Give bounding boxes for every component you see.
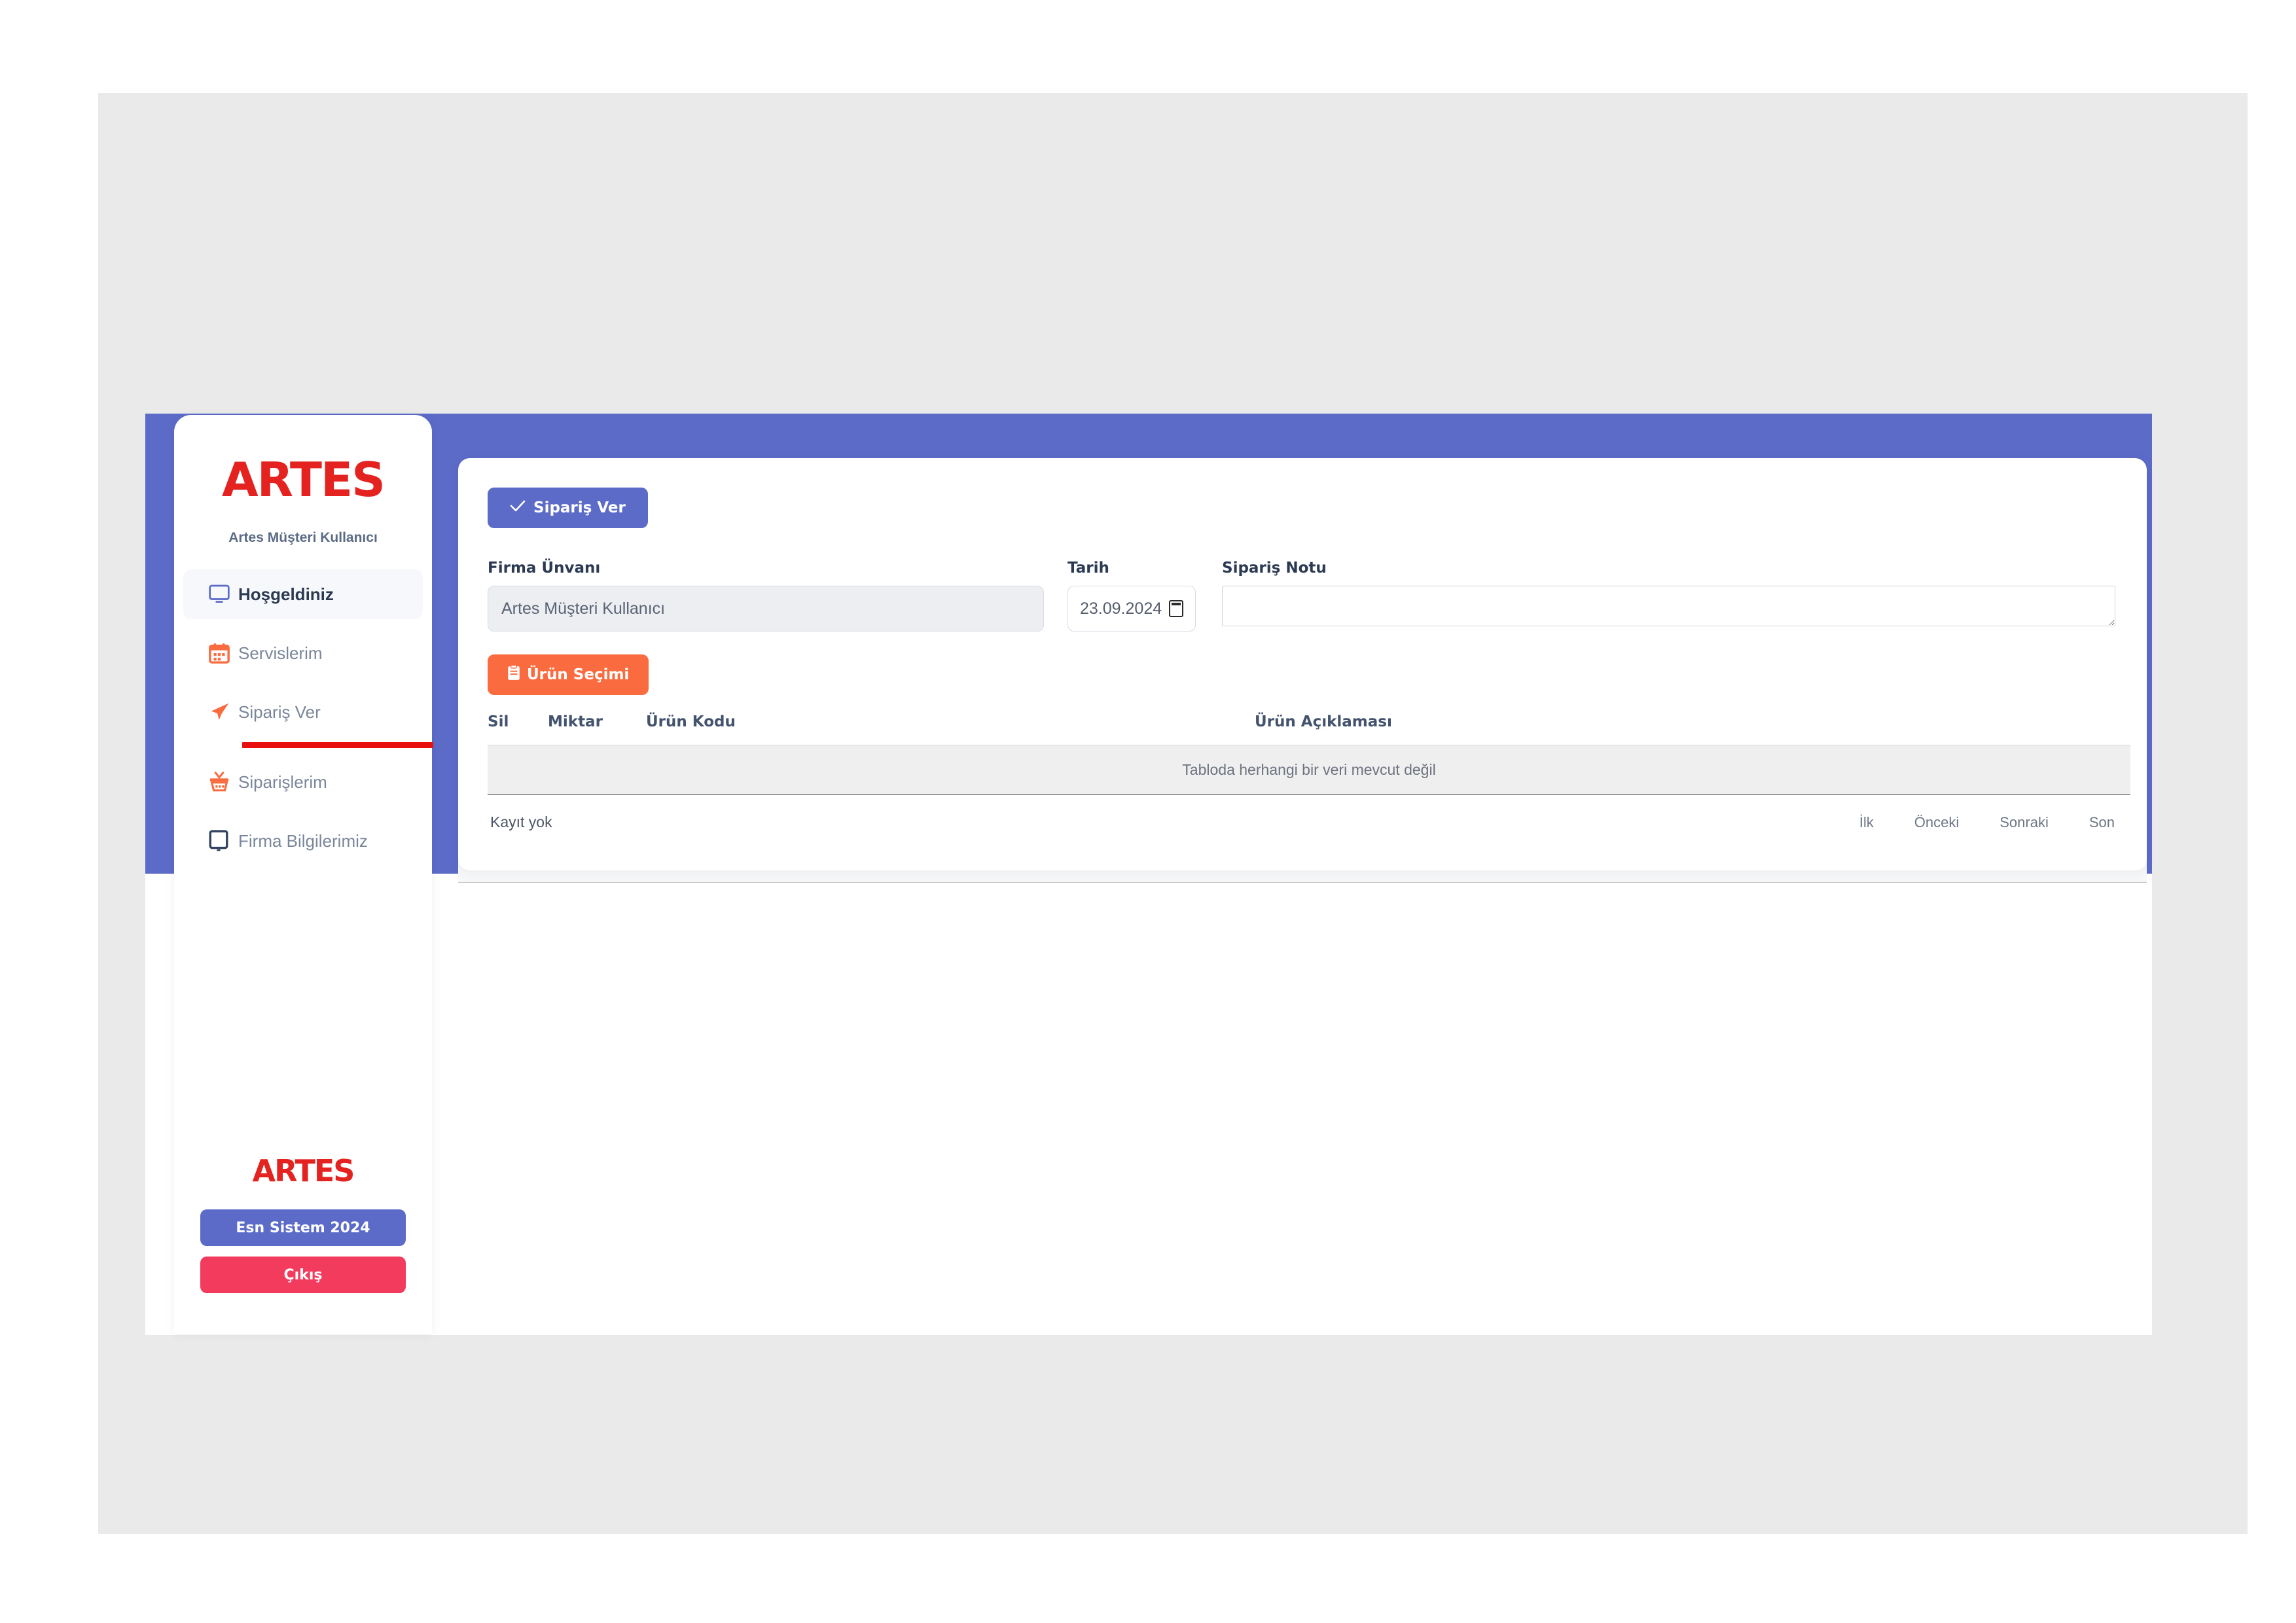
pagination-links: İlk Önceki Sonraki Son	[1859, 814, 2128, 831]
table-empty-row: Tabloda herhangi bir veri mevcut değil	[488, 745, 2130, 795]
field-firma-label: Firma Ünvanı	[488, 560, 601, 577]
calendar-picker-icon[interactable]	[1169, 600, 1183, 617]
sidebar-nav: Hoşgeldiniz Servislerim Sipariş Ver Sipa…	[174, 569, 433, 866]
products-table-body: Tabloda herhangi bir veri mevcut değil	[488, 745, 2130, 795]
system-version-button[interactable]: Esn Sistem 2024	[200, 1209, 406, 1246]
col-header-sil: Sil	[488, 713, 509, 730]
monitor-icon	[208, 584, 238, 604]
clipboard-icon	[507, 664, 520, 685]
pagination-bar: Kayıt yok İlk Önceki Sonraki Son	[488, 813, 2130, 831]
pagination-previous[interactable]: Önceki	[1914, 814, 1959, 831]
tarih-input-value: 23.09.2024	[1080, 599, 1162, 618]
calendar-icon	[208, 642, 238, 664]
product-select-label: Ürün Seçimi	[527, 666, 630, 683]
submit-order-label: Sipariş Ver	[533, 499, 626, 516]
order-form-card: Sipariş Ver Firma Ünvanı Tarih 23.09.202…	[458, 458, 2147, 870]
field-siparis-notu: Sipariş Notu	[1222, 560, 2134, 630]
active-section-underline	[242, 742, 433, 748]
sidebar-logo: ARTES	[221, 452, 386, 507]
siparis-notu-textarea[interactable]	[1222, 586, 2115, 626]
sidebar-item-label: Firma Bilgilerimiz	[238, 830, 368, 851]
sidebar-username: Artes Müşteri Kullanıcı	[228, 530, 378, 545]
field-tarih-label: Tarih	[1067, 560, 1109, 577]
pagination-last[interactable]: Son	[2089, 814, 2115, 831]
field-siparis-notu-label: Sipariş Notu	[1222, 560, 1327, 577]
sidebar-item-label: Siparişlerim	[238, 772, 327, 792]
sidebar-item-siparislerim[interactable]: Siparişlerim	[183, 757, 423, 807]
sidebar-item-firma-bilgilerimiz[interactable]: Firma Bilgilerimiz	[183, 816, 423, 866]
col-header-urun-aciklamasi: Ürün Açıklaması	[1255, 713, 1392, 730]
products-table-wrap: Sil Miktar Ürün Kodu Ürün Açıklaması Tab…	[488, 713, 2130, 831]
products-table-head: Sil Miktar Ürün Kodu Ürün Açıklaması	[488, 713, 2130, 745]
sidebar-item-label: Servislerim	[238, 643, 323, 663]
col-header-urun-kodu: Ürün Kodu	[646, 713, 736, 730]
tarih-input[interactable]: 23.09.2024	[1067, 586, 1196, 632]
logout-button[interactable]: Çıkış	[200, 1257, 406, 1293]
order-form-fields: Firma Ünvanı Tarih 23.09.2024 Sipariş No…	[488, 560, 2134, 632]
firma-unvani-input[interactable]	[488, 586, 1044, 632]
basket-icon	[208, 771, 238, 793]
sidebar: ARTES Artes Müşteri Kullanıcı Hoşgeldini…	[174, 415, 433, 1334]
table-empty-message: Tabloda herhangi bir veri mevcut değil	[488, 745, 2130, 795]
sidebar-item-hosgeldiniz[interactable]: Hoşgeldiniz	[183, 569, 423, 619]
sidebar-footer: ARTES Esn Sistem 2024 Çıkış	[174, 1154, 432, 1304]
sidebar-item-label: Hoşgeldiniz	[238, 584, 334, 604]
submit-order-button[interactable]: Sipariş Ver	[488, 488, 648, 528]
products-table: Sil Miktar Ürün Kodu Ürün Açıklaması Tab…	[488, 713, 2130, 795]
field-tarih: Tarih 23.09.2024	[1067, 560, 1196, 632]
field-firma: Firma Ünvanı	[488, 560, 1044, 632]
paper-plane-icon	[208, 702, 238, 722]
product-select-button[interactable]: Ürün Seçimi	[488, 654, 649, 695]
table-header-row: Sil Miktar Ürün Kodu Ürün Açıklaması	[488, 713, 2130, 745]
sidebar-item-label: Sipariş Ver	[238, 702, 321, 722]
col-header-miktar: Miktar	[548, 713, 603, 730]
record-count-label: Kayıt yok	[490, 813, 552, 830]
tablet-icon	[208, 830, 238, 852]
pagination-first[interactable]: İlk	[1859, 814, 1874, 831]
sidebar-item-siparis-ver[interactable]: Sipariş Ver	[183, 687, 423, 737]
sidebar-item-servislerim[interactable]: Servislerim	[183, 628, 423, 678]
pagination-next[interactable]: Sonraki	[2000, 814, 2049, 831]
check-icon	[510, 499, 526, 516]
sidebar-footer-logo: ARTES	[252, 1153, 355, 1188]
screenshot-root: ARTES Artes Müşteri Kullanıcı Hoşgeldini…	[0, 0, 2296, 1623]
